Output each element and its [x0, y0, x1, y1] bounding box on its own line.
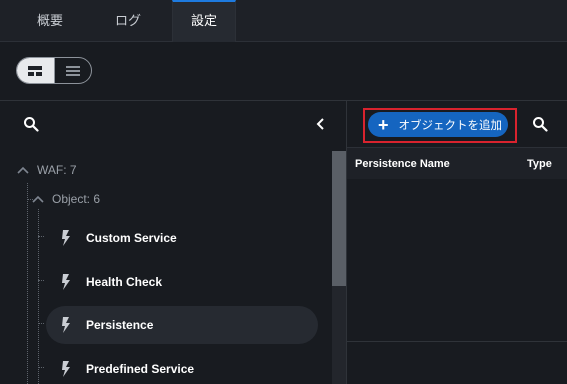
list-view-icon	[65, 65, 80, 76]
table-footer-divider	[347, 341, 567, 342]
scrollbar-thumb[interactable]	[332, 151, 346, 286]
add-object-label: オブジェクトを追加	[398, 119, 503, 132]
card-view-button[interactable]	[17, 58, 54, 83]
tree-node-label: Object: 6	[52, 192, 101, 206]
chevron-left-icon	[316, 118, 324, 130]
tree-node-root[interactable]: WAF: 7	[17, 160, 77, 180]
tree-connector	[38, 280, 44, 281]
column-header-persistence-name[interactable]: Persistence Name	[355, 148, 450, 180]
lightning-icon	[62, 361, 70, 377]
lightning-icon	[62, 317, 70, 333]
plus-icon: +	[378, 114, 389, 135]
tree-item-custom-service[interactable]: Custom Service	[46, 219, 318, 257]
tree-connector	[38, 236, 44, 237]
tab-label: ログ	[114, 13, 141, 28]
column-header-type[interactable]: Type	[527, 148, 552, 180]
tree-scrollbar[interactable]	[332, 151, 346, 384]
tree-search-button[interactable]	[23, 116, 39, 137]
list-view-button[interactable]	[53, 58, 92, 83]
tree-item-label: Predefined Service	[86, 362, 195, 376]
lightning-icon	[62, 274, 70, 290]
chevron-up-icon	[32, 195, 44, 203]
card-view-icon	[28, 65, 43, 76]
chevron-up-icon	[17, 166, 29, 174]
list-search-button[interactable]	[532, 116, 548, 137]
tree-item-label: Custom Service	[86, 231, 177, 245]
add-object-button[interactable]: + オブジェクトを追加	[368, 112, 508, 137]
tree-item-label: Persistence	[86, 318, 154, 332]
tree-item-predefined-service[interactable]: Predefined Service	[46, 350, 318, 384]
tree-item-health-check[interactable]: Health Check	[46, 263, 318, 301]
lightning-icon	[62, 230, 70, 246]
object-tree-panel: WAF: 7 Object: 6 Custom Service Health C…	[0, 101, 346, 384]
tree-node-label: WAF: 7	[37, 163, 77, 177]
tree-node-object-group[interactable]: Object: 6	[32, 189, 100, 209]
tab-settings[interactable]: 設定	[172, 0, 236, 42]
view-toggle	[16, 57, 92, 84]
tab-label: 概要	[36, 13, 63, 28]
tab-logs[interactable]: ログ	[78, 0, 178, 42]
tree-connector	[38, 323, 44, 324]
search-icon	[24, 117, 39, 132]
search-icon	[533, 117, 548, 132]
tab-label: 設定	[190, 13, 217, 28]
tree-item-label: Health Check	[86, 275, 163, 289]
object-list-panel: + オブジェクトを追加 Persistence Name Type	[346, 101, 567, 384]
collapse-panel-button[interactable]	[316, 117, 326, 136]
tree-connector	[27, 183, 28, 384]
tab-bar: 概要 ログ 設定	[0, 0, 567, 42]
tree-connector	[38, 367, 44, 368]
tree-item-persistence[interactable]: Persistence	[46, 306, 318, 344]
table-header: Persistence Name Type	[347, 147, 567, 179]
